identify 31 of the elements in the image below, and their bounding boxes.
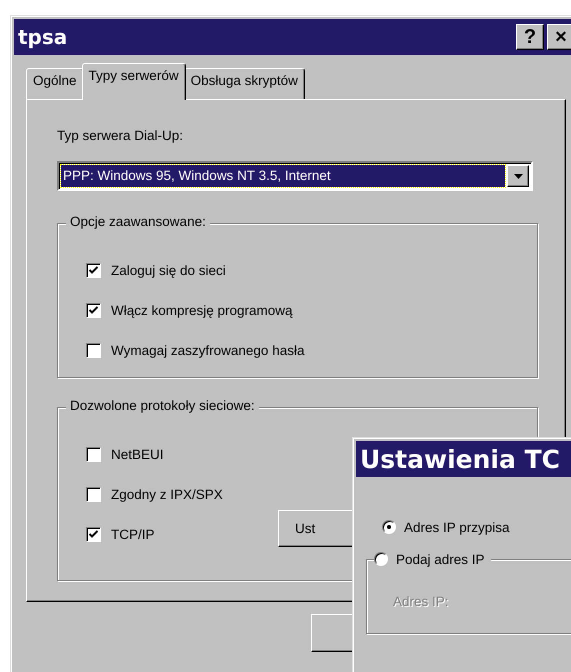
radio-button[interactable] bbox=[374, 552, 388, 566]
checkbox[interactable] bbox=[86, 486, 101, 502]
close-button[interactable]: × bbox=[547, 24, 571, 50]
server-type-dropdown[interactable]: PPP: Windows 95, Windows NT 3.5, Internet bbox=[57, 161, 533, 191]
radio-label[interactable]: Podaj adres IP bbox=[396, 552, 485, 566]
tab[interactable]: Obsługa skryptów bbox=[184, 68, 305, 99]
checkbox[interactable] bbox=[86, 446, 101, 462]
field-label: Adres IP: bbox=[393, 594, 449, 609]
checkbox[interactable] bbox=[86, 262, 101, 278]
radio-button[interactable] bbox=[382, 520, 396, 534]
checkbox-label[interactable]: Zaloguj się do sieci bbox=[111, 262, 226, 278]
checkmark-icon bbox=[89, 306, 98, 314]
window-title: Ustawienia TC bbox=[360, 444, 560, 474]
tab[interactable]: Ogólne bbox=[26, 68, 84, 99]
checkbox[interactable] bbox=[86, 302, 101, 318]
checkbox-label[interactable]: Włącz kompresję programową bbox=[111, 302, 293, 318]
window-title: tpsa bbox=[18, 25, 68, 49]
checkmark-icon bbox=[89, 266, 98, 274]
field-label: Typ serwera Dial-Up: bbox=[57, 128, 184, 143]
checkbox[interactable] bbox=[86, 526, 101, 542]
radio-label[interactable]: Adres IP przypisa bbox=[404, 520, 510, 534]
help-button[interactable]: ? bbox=[516, 24, 544, 50]
checkbox-label[interactable]: Zgodny z IPX/SPX bbox=[111, 486, 223, 502]
tab[interactable]: Typy serwerów bbox=[82, 63, 186, 100]
checkbox-label[interactable]: Wymagaj zaszyfrowanego hasła bbox=[111, 342, 304, 358]
group-title: Opcje zaawansowane: bbox=[66, 214, 210, 229]
checkbox-label[interactable]: NetBEUI bbox=[111, 446, 164, 462]
group-title: Dozwolone protokoły sieciowe: bbox=[66, 398, 259, 413]
checkbox[interactable] bbox=[86, 342, 101, 358]
checkmark-icon bbox=[89, 530, 98, 538]
checkbox-label[interactable]: TCP/IP bbox=[111, 526, 155, 542]
